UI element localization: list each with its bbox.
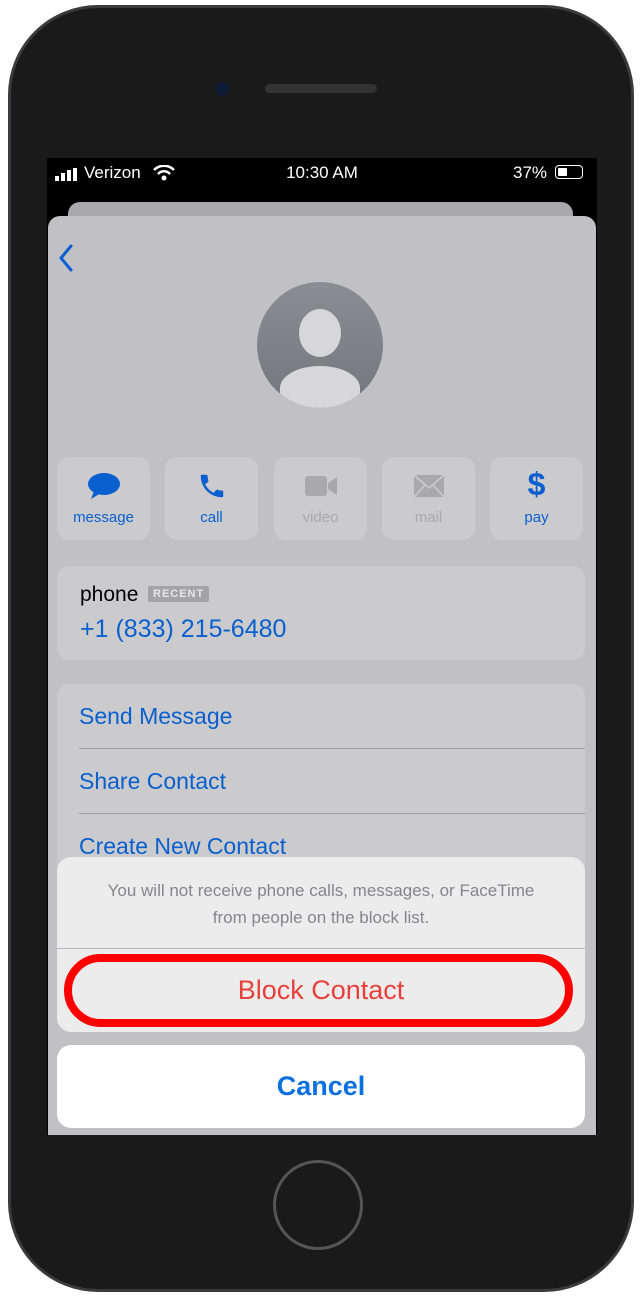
message-bubble-icon bbox=[87, 473, 120, 499]
highlight-outline bbox=[64, 954, 573, 1027]
home-button[interactable] bbox=[273, 1160, 363, 1250]
cancel-button[interactable]: Cancel bbox=[57, 1045, 585, 1128]
video-camera-icon bbox=[304, 476, 337, 496]
phone-icon bbox=[200, 474, 223, 498]
video-button[interactable]: video bbox=[274, 457, 367, 540]
create-new-contact-option[interactable]: Create New Contact bbox=[79, 833, 286, 860]
battery-icon bbox=[555, 165, 583, 179]
phone-number[interactable]: +1 (833) 215-6480 bbox=[80, 615, 286, 644]
phone-card[interactable]: phone RECENT +1 (833) 215-6480 bbox=[57, 566, 585, 660]
recent-badge: RECENT bbox=[148, 586, 210, 602]
action-sheet-message: You will not receive phone calls, messag… bbox=[107, 881, 535, 927]
envelope-icon bbox=[412, 474, 445, 498]
dollar-icon: $ bbox=[527, 466, 546, 502]
back-chevron-icon[interactable] bbox=[58, 244, 74, 277]
share-contact-option[interactable]: Share Contact bbox=[79, 768, 226, 795]
divider bbox=[79, 748, 585, 749]
battery-percent: 37% bbox=[513, 163, 548, 182]
pay-button[interactable]: $ pay bbox=[490, 457, 583, 540]
screen: Verizon 10:30 AM 37% message call video bbox=[47, 158, 597, 1135]
divider bbox=[79, 813, 585, 814]
earpiece bbox=[265, 84, 377, 93]
message-button[interactable]: message bbox=[57, 457, 150, 540]
mail-button[interactable]: mail bbox=[382, 457, 475, 540]
call-button[interactable]: call bbox=[165, 457, 258, 540]
phone-label: phone bbox=[80, 583, 139, 606]
front-camera bbox=[215, 82, 229, 96]
send-message-option[interactable]: Send Message bbox=[79, 703, 232, 730]
avatar bbox=[257, 282, 383, 408]
